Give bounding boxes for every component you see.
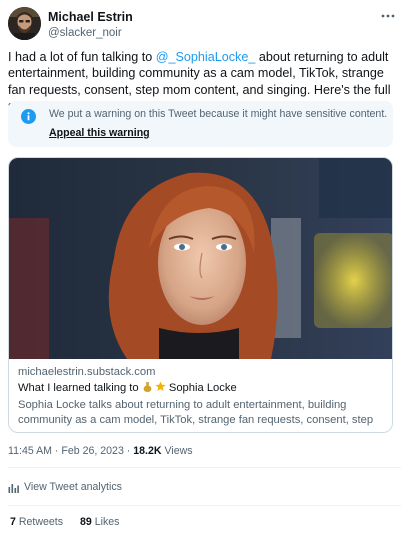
author-display-name[interactable]: Michael Estrin [48,10,133,25]
meta-separator: · [51,445,62,457]
analytics-bar-chart-icon [8,484,19,493]
engagement-stats: 7 Retweets 89 Likes [10,516,133,529]
tweet-metadata: 11:45 AM · Feb 26, 2023 · 18.2K Views [8,445,193,458]
retweets-label: Retweets [15,516,64,528]
card-info: michaelestrin.substack.com What I learne… [18,365,388,430]
card-title-start: What I learned talking to [18,382,142,394]
card-description: Sophia Locke talks about returning to ad… [18,399,374,430]
star-icon [155,381,166,391]
money-bag-icon [143,382,152,392]
meta-separator: · [123,445,134,457]
author-handle[interactable]: @slacker_noir [48,26,133,41]
card-title: What I learned talking to Sophia Locke [18,381,388,396]
avatar-photo-icon [8,7,41,40]
likes-stat[interactable]: 89 Likes [80,516,119,529]
author-names: Michael Estrin @slacker_noir [48,10,133,41]
tweet-date[interactable]: Feb 26, 2023 [61,445,123,457]
author-avatar[interactable] [8,7,41,40]
analytics-label: View Tweet analytics [24,481,122,493]
likes-count: 89 [79,516,92,528]
tweet-time[interactable]: 11:45 AM [8,445,52,457]
views-label: Views [161,445,193,457]
card-title-end: Sophia Locke [165,382,237,394]
card-domain: michaelestrin.substack.com [18,366,156,378]
appeal-warning-link[interactable]: Appeal this warning [49,127,150,140]
retweets-stat[interactable]: 7 Retweets [10,516,63,529]
mention-link[interactable]: @_SophiaLocke_ [156,50,256,64]
warning-message: We put a warning on this Tweet because i… [49,108,388,120]
divider [8,467,401,468]
sensitive-content-warning: We put a warning on this Tweet because i… [8,101,393,147]
more-dots-icon [381,14,395,18]
tweet-header: Michael Estrin @slacker_noir [8,7,401,41]
link-preview-card[interactable]: michaelestrin.substack.com What I learne… [8,157,393,433]
views-count: 18.2K [133,445,162,457]
more-options-button[interactable] [379,9,397,23]
tweet-text-start: I had a lot of fun talking to [8,50,156,64]
divider [8,505,401,506]
card-image [9,158,392,359]
info-icon [21,109,36,124]
likes-label: Likes [91,516,120,528]
